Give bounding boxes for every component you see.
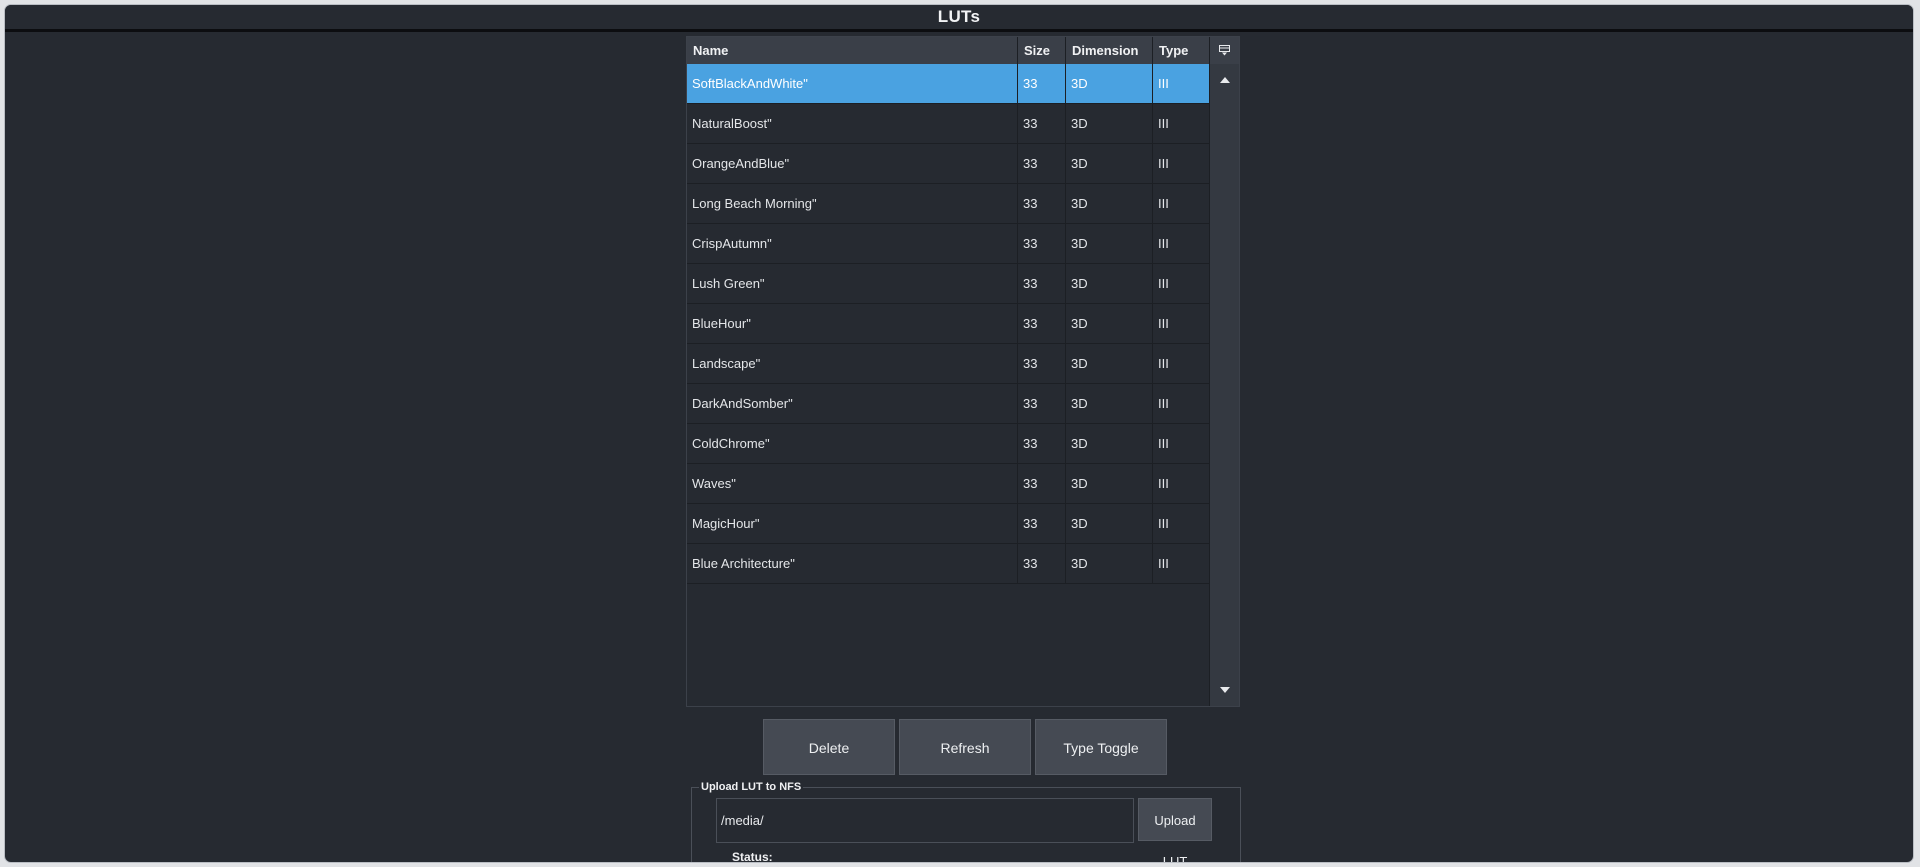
cell-dimension: 3D	[1066, 184, 1153, 223]
cell-dimension: 3D	[1066, 104, 1153, 143]
cell-type: III	[1158, 316, 1169, 331]
cell-name: Lush Green"	[687, 264, 1018, 303]
upload-lut-group: Upload LUT to NFS Upload LUT Status:	[691, 781, 1241, 863]
cell-type: III	[1158, 556, 1169, 571]
cell-type: III	[1158, 396, 1169, 411]
window-title: LUTs	[5, 5, 1913, 32]
cell-type: III	[1158, 196, 1169, 211]
table-row[interactable]: BlueHour" 33 3D III	[687, 304, 1209, 344]
table-row[interactable]: OrangeAndBlue" 33 3D III	[687, 144, 1209, 184]
table-row[interactable]: CrispAutumn" 33 3D III	[687, 224, 1209, 264]
cell-dimension: 3D	[1066, 544, 1153, 583]
cell-name: MagicHour"	[687, 504, 1018, 543]
cell-type: III	[1158, 476, 1169, 491]
cell-type: III	[1158, 76, 1169, 91]
luts-window: LUTs Name Size Dimension Type SoftBlackA…	[4, 4, 1914, 863]
action-buttons: Delete Refresh Type Toggle	[763, 719, 1167, 775]
cell-dimension: 3D	[1066, 64, 1153, 103]
cell-size: 33	[1018, 424, 1066, 463]
cell-dimension: 3D	[1066, 224, 1153, 263]
scroll-down-arrow-icon[interactable]	[1220, 687, 1230, 693]
cell-dimension: 3D	[1066, 144, 1153, 183]
type-toggle-button[interactable]: Type Toggle	[1035, 719, 1167, 775]
cell-name: Waves"	[687, 464, 1018, 503]
table-row[interactable]: Blue Architecture" 33 3D III	[687, 544, 1209, 584]
cell-size: 33	[1018, 504, 1066, 543]
cell-dimension: 3D	[1066, 424, 1153, 463]
table-scrollbar[interactable]	[1209, 64, 1239, 706]
cell-type: III	[1158, 276, 1169, 291]
cell-type: III	[1158, 516, 1169, 531]
cell-dimension: 3D	[1066, 304, 1153, 343]
column-chooser-button[interactable]	[1209, 37, 1239, 64]
table-row[interactable]: Lush Green" 33 3D III	[687, 264, 1209, 304]
cell-name: BlueHour"	[687, 304, 1018, 343]
cell-name: Long Beach Morning"	[687, 184, 1018, 223]
cell-type: III	[1158, 436, 1169, 451]
table-row[interactable]: NaturalBoost" 33 3D III	[687, 104, 1209, 144]
table-row[interactable]: SoftBlackAndWhite" 33 3D III	[687, 64, 1209, 104]
table-row[interactable]: MagicHour" 33 3D III	[687, 504, 1209, 544]
cell-name: DarkAndSomber"	[687, 384, 1018, 423]
table-row[interactable]: Landscape" 33 3D III	[687, 344, 1209, 384]
column-header-dimension[interactable]: Dimension	[1066, 37, 1153, 64]
cell-type: III	[1158, 156, 1169, 171]
refresh-button[interactable]: Refresh	[899, 719, 1031, 775]
lut-table: Name Size Dimension Type SoftBlackAndWhi…	[686, 36, 1240, 707]
cell-name: Blue Architecture"	[687, 544, 1018, 583]
cell-type: III	[1158, 236, 1169, 251]
table-row[interactable]: DarkAndSomber" 33 3D III	[687, 384, 1209, 424]
upload-lut-button[interactable]: Upload LUT	[1138, 798, 1212, 862]
cell-size: 33	[1018, 384, 1066, 423]
cell-dimension: 3D	[1066, 344, 1153, 383]
cell-dimension: 3D	[1066, 504, 1153, 543]
column-chooser-icon	[1219, 45, 1230, 56]
cell-size: 33	[1018, 344, 1066, 383]
cell-dimension: 3D	[1066, 464, 1153, 503]
cell-name: Landscape"	[687, 344, 1018, 383]
cell-size: 33	[1018, 184, 1066, 223]
table-row[interactable]: Waves" 33 3D III	[687, 464, 1209, 504]
delete-button[interactable]: Delete	[763, 719, 895, 775]
column-header-size[interactable]: Size	[1018, 37, 1066, 64]
cell-size: 33	[1018, 304, 1066, 343]
scroll-up-arrow-icon[interactable]	[1220, 77, 1230, 83]
table-header: Name Size Dimension Type	[687, 37, 1209, 64]
cell-name: OrangeAndBlue"	[687, 144, 1018, 183]
cell-type: III	[1158, 356, 1169, 371]
upload-status-label: Status:	[732, 850, 773, 863]
cell-name: NaturalBoost"	[687, 104, 1018, 143]
upload-path-input[interactable]	[716, 798, 1134, 843]
column-header-name[interactable]: Name	[687, 37, 1018, 64]
cell-name: CrispAutumn"	[687, 224, 1018, 263]
cell-size: 33	[1018, 464, 1066, 503]
cell-size: 33	[1018, 144, 1066, 183]
upload-group-label: Upload LUT to NFS	[699, 781, 804, 793]
cell-size: 33	[1018, 544, 1066, 583]
table-body: SoftBlackAndWhite" 33 3D III NaturalBoost" 33…	[687, 64, 1209, 584]
cell-name: ColdChrome"	[687, 424, 1018, 463]
table-row[interactable]: Long Beach Morning" 33 3D III	[687, 184, 1209, 224]
cell-size: 33	[1018, 224, 1066, 263]
cell-name: SoftBlackAndWhite"	[687, 64, 1018, 103]
column-header-type[interactable]: Type	[1153, 37, 1209, 64]
cell-dimension: 3D	[1066, 264, 1153, 303]
cell-type: III	[1158, 116, 1169, 131]
cell-size: 33	[1018, 64, 1066, 103]
cell-size: 33	[1018, 264, 1066, 303]
table-row[interactable]: ColdChrome" 33 3D III	[687, 424, 1209, 464]
cell-size: 33	[1018, 104, 1066, 143]
cell-dimension: 3D	[1066, 384, 1153, 423]
